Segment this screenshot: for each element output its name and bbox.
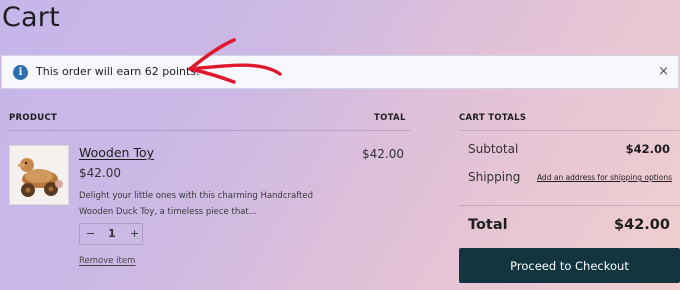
wooden-duck-toy-image (10, 146, 68, 204)
info-icon: i (13, 65, 28, 80)
subtotal-label: Subtotal (468, 142, 519, 156)
total-label: Total (468, 217, 508, 233)
page-title: Cart (2, 2, 60, 33)
cart-totals-heading: CART TOTALS (459, 113, 527, 123)
shipping-address-link[interactable]: Add an address for shipping options (537, 173, 672, 182)
close-icon[interactable]: × (658, 64, 669, 80)
shipping-label: Shipping (468, 170, 521, 184)
quantity-stepper: − 1 + (79, 223, 143, 245)
proceed-to-checkout-button[interactable]: Proceed to Checkout (459, 248, 680, 283)
line-item-total: $42.00 (362, 147, 404, 161)
decrement-button[interactable]: − (86, 227, 95, 240)
quantity-value[interactable]: 1 (108, 227, 116, 240)
product-description: Delight your little ones with this charm… (79, 191, 314, 217)
product-unit-price: $42.00 (79, 166, 121, 180)
product-column-header: PRODUCT (9, 113, 58, 123)
table-header-divider (9, 130, 411, 131)
increment-button[interactable]: + (130, 227, 139, 240)
points-notice-text: This order will earn 62 points. (36, 65, 200, 78)
total-value: $42.00 (614, 217, 670, 233)
remove-item-link[interactable]: Remove item (79, 256, 135, 266)
subtotal-value: $42.00 (625, 142, 670, 156)
totals-divider (459, 205, 680, 206)
product-thumbnail[interactable] (9, 145, 69, 205)
totals-header-divider (459, 130, 680, 131)
points-notice: i This order will earn 62 points. × (1, 55, 679, 89)
total-column-header: TOTAL (374, 113, 406, 123)
product-name-link[interactable]: Wooden Toy (79, 145, 154, 160)
